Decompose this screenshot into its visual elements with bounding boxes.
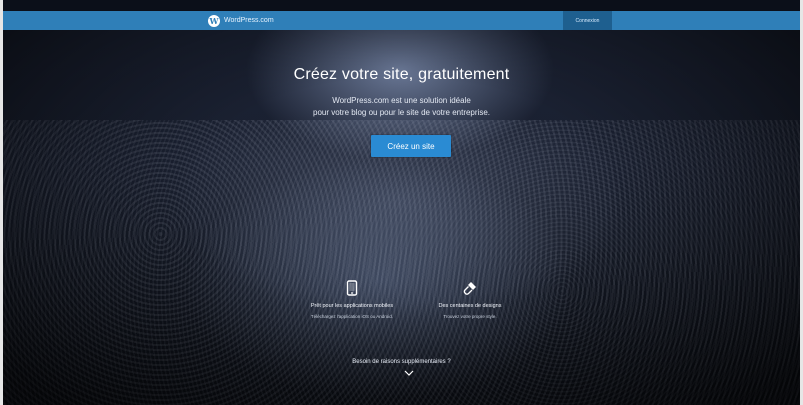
viewport-frame: [0, 0, 803, 405]
